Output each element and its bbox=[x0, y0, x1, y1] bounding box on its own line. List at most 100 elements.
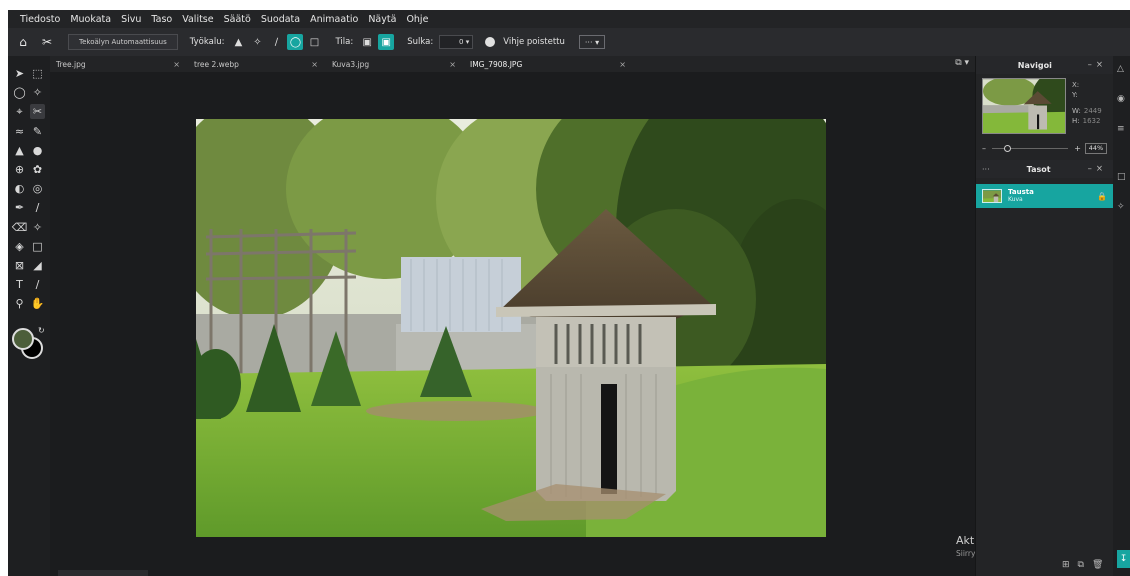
menu-select[interactable]: Valitse bbox=[182, 14, 213, 25]
fill-bucket-icon[interactable]: ◈ bbox=[12, 239, 27, 254]
rect-select-icon[interactable]: □ bbox=[306, 34, 322, 50]
eraser-icon[interactable]: ⌫ bbox=[12, 220, 28, 235]
tab-label: Kuva3.jpg bbox=[332, 59, 370, 69]
menu-animation[interactable]: Animaatio bbox=[310, 14, 358, 25]
zoom-value[interactable]: 44% bbox=[1085, 142, 1107, 154]
lasso-fill-icon[interactable]: ▲ bbox=[230, 34, 246, 50]
comment-icon[interactable]: □ bbox=[1117, 172, 1130, 194]
w-label: W: bbox=[1072, 107, 1081, 115]
marquee-icon[interactable]: ⬚ bbox=[30, 66, 45, 81]
lasso-tool-icon[interactable]: ◯ bbox=[12, 85, 27, 100]
wand-tool-icon[interactable]: ✧ bbox=[30, 85, 45, 100]
y-label: Y: bbox=[1072, 91, 1078, 99]
duplicate-layer-icon[interactable]: ⧉ bbox=[1078, 560, 1084, 570]
mode-replace-icon[interactable]: ▣ bbox=[359, 34, 375, 50]
liquify-icon[interactable]: ≈ bbox=[12, 124, 27, 139]
gradient-icon[interactable]: ◢ bbox=[30, 258, 45, 273]
dodge-icon[interactable]: ◐ bbox=[12, 181, 27, 196]
drop-icon[interactable]: ● bbox=[30, 143, 45, 158]
eyedropper-icon[interactable]: ∕ bbox=[30, 277, 45, 292]
tools-panel: ➤ ⬚ ◯ ✧ ⌖ ✂ ≈ ✎ ▲ ● ⊕ ✿ ◐ ◎ ✒ ∕ ⌫ ✧ ◈ □ ⊠ ◢ T ∕ ⚲ ✋ ↻ bbox=[8, 56, 50, 576]
color-swatches: ↻ bbox=[12, 326, 45, 359]
download-icon[interactable]: ↧ bbox=[1117, 550, 1130, 568]
brush-icon[interactable]: ∕ bbox=[268, 34, 284, 50]
panel-controls[interactable]: –× bbox=[1088, 164, 1107, 174]
tab-label: Tree.jpg bbox=[56, 59, 86, 69]
globe-icon[interactable]: ⊕ bbox=[12, 162, 27, 177]
mode-add-icon[interactable]: ▣ bbox=[378, 34, 395, 50]
right-panels: Navigoi –× X: Y: W: 2449 H: 1632 – + 44%… bbox=[975, 56, 1113, 576]
close-icon[interactable]: × bbox=[173, 60, 180, 69]
menu-page[interactable]: Sivu bbox=[121, 14, 141, 25]
zoom-icon[interactable]: ⚲ bbox=[12, 296, 27, 311]
move-icon[interactable]: ➤ bbox=[12, 66, 27, 81]
cutout-scissors-icon[interactable]: ✂ bbox=[30, 104, 45, 120]
feather-input[interactable]: 0 ▾ bbox=[439, 35, 474, 49]
layer-text: Tausta Kuva bbox=[1008, 188, 1097, 204]
zoom-slider[interactable] bbox=[992, 144, 1069, 152]
hand-icon[interactable]: ✋ bbox=[30, 296, 45, 311]
options-bar: ⌂ ✂ Tekoälyn Automaattisuus Työkalu: ▲ ✧… bbox=[8, 28, 1130, 56]
swatches-icon[interactable]: ◉ bbox=[1117, 94, 1130, 116]
menu-layer[interactable]: Taso bbox=[151, 14, 172, 25]
brush-settings-icon[interactable]: ✧ bbox=[1117, 202, 1130, 224]
tool-label: Työkalu: bbox=[189, 37, 225, 47]
sponge-icon[interactable]: ◎ bbox=[30, 181, 45, 196]
layer-item[interactable]: Tausta Kuva 🔒 bbox=[976, 184, 1113, 208]
menu-adjust[interactable]: Säätö bbox=[224, 14, 251, 25]
layers-header: ··· Tasot –× bbox=[976, 160, 1113, 178]
pen-icon[interactable]: ✒ bbox=[12, 200, 27, 215]
close-icon[interactable]: × bbox=[449, 60, 456, 69]
zoom-slider-knob[interactable] bbox=[1004, 144, 1011, 152]
tab-label: IMG_7908.JPG bbox=[470, 59, 523, 69]
tab-tree2-webp[interactable]: tree 2.webp × bbox=[188, 56, 326, 72]
pencil-icon[interactable]: ✎ bbox=[30, 124, 45, 139]
properties-icon[interactable]: ≡ bbox=[1117, 124, 1130, 146]
magic-wand-icon[interactable]: ✧ bbox=[249, 34, 265, 50]
home-icon[interactable]: ⌂ bbox=[14, 33, 32, 51]
zoom-control: – + 44% bbox=[976, 140, 1113, 156]
menu-view[interactable]: Näytä bbox=[368, 14, 396, 25]
tab-img7908-jpg[interactable]: IMG_7908.JPG × bbox=[464, 56, 634, 72]
zoom-out-icon[interactable]: – bbox=[982, 144, 986, 153]
flower-icon[interactable]: ✿ bbox=[30, 162, 45, 177]
smudge-icon[interactable]: ✧ bbox=[30, 220, 45, 235]
windows-notice-title: Aktivoi Windows bbox=[956, 534, 975, 547]
foreground-color-swatch[interactable] bbox=[12, 328, 34, 350]
stamp-icon[interactable]: ▲ bbox=[12, 143, 27, 158]
history-icon[interactable]: △ bbox=[1117, 64, 1130, 86]
hint-label: Vihje poistettu bbox=[503, 37, 565, 47]
menu-edit[interactable]: Muokata bbox=[70, 14, 111, 25]
tab-kuva3-jpg[interactable]: Kuva3.jpg × bbox=[326, 56, 464, 72]
frame-icon[interactable]: ⊠ bbox=[12, 258, 27, 273]
shape-icon[interactable]: □ bbox=[30, 239, 45, 254]
w-value: 2449 bbox=[1083, 107, 1102, 115]
tab-tree-jpg[interactable]: Tree.jpg × bbox=[50, 56, 188, 72]
ai-auto-select-button[interactable]: Tekoälyn Automaattisuus bbox=[68, 34, 178, 50]
document-canvas[interactable] bbox=[196, 119, 826, 537]
crop-icon[interactable]: ⌖ bbox=[12, 104, 27, 119]
menu-file[interactable]: Tiedosto bbox=[20, 14, 60, 25]
mode-label: Tila: bbox=[335, 37, 354, 47]
lasso-icon[interactable]: ◯ bbox=[287, 34, 304, 50]
text-icon[interactable]: T bbox=[12, 277, 27, 292]
trash-icon[interactable]: 🗑 bbox=[1092, 560, 1103, 570]
status-bar bbox=[58, 570, 148, 576]
menu-filter[interactable]: Suodata bbox=[261, 14, 300, 25]
layers-menu-icon[interactable]: ··· bbox=[982, 165, 990, 174]
hint-toggle[interactable] bbox=[485, 37, 496, 47]
navigator-thumbnail[interactable] bbox=[982, 78, 1066, 134]
brush-tool-icon[interactable]: ∕ bbox=[30, 200, 45, 215]
menu-bar: Tiedosto Muokata Sivu Taso Valitse Säätö… bbox=[8, 10, 1130, 28]
menu-help[interactable]: Ohje bbox=[406, 14, 428, 25]
window-arrange-icon[interactable]: ⧉ ▾ bbox=[955, 58, 969, 68]
add-layer-icon[interactable]: ⊞ bbox=[1062, 560, 1070, 570]
close-icon[interactable]: × bbox=[619, 60, 626, 69]
close-icon[interactable]: × bbox=[311, 60, 318, 69]
zoom-in-icon[interactable]: + bbox=[1074, 144, 1081, 153]
panel-controls[interactable]: –× bbox=[1088, 60, 1107, 70]
more-options-button[interactable]: ··· ▾ bbox=[578, 35, 606, 49]
lock-icon[interactable]: 🔒 bbox=[1097, 192, 1107, 201]
layer-thumbnail bbox=[982, 189, 1002, 203]
swap-colors-icon[interactable]: ↻ bbox=[38, 326, 45, 335]
